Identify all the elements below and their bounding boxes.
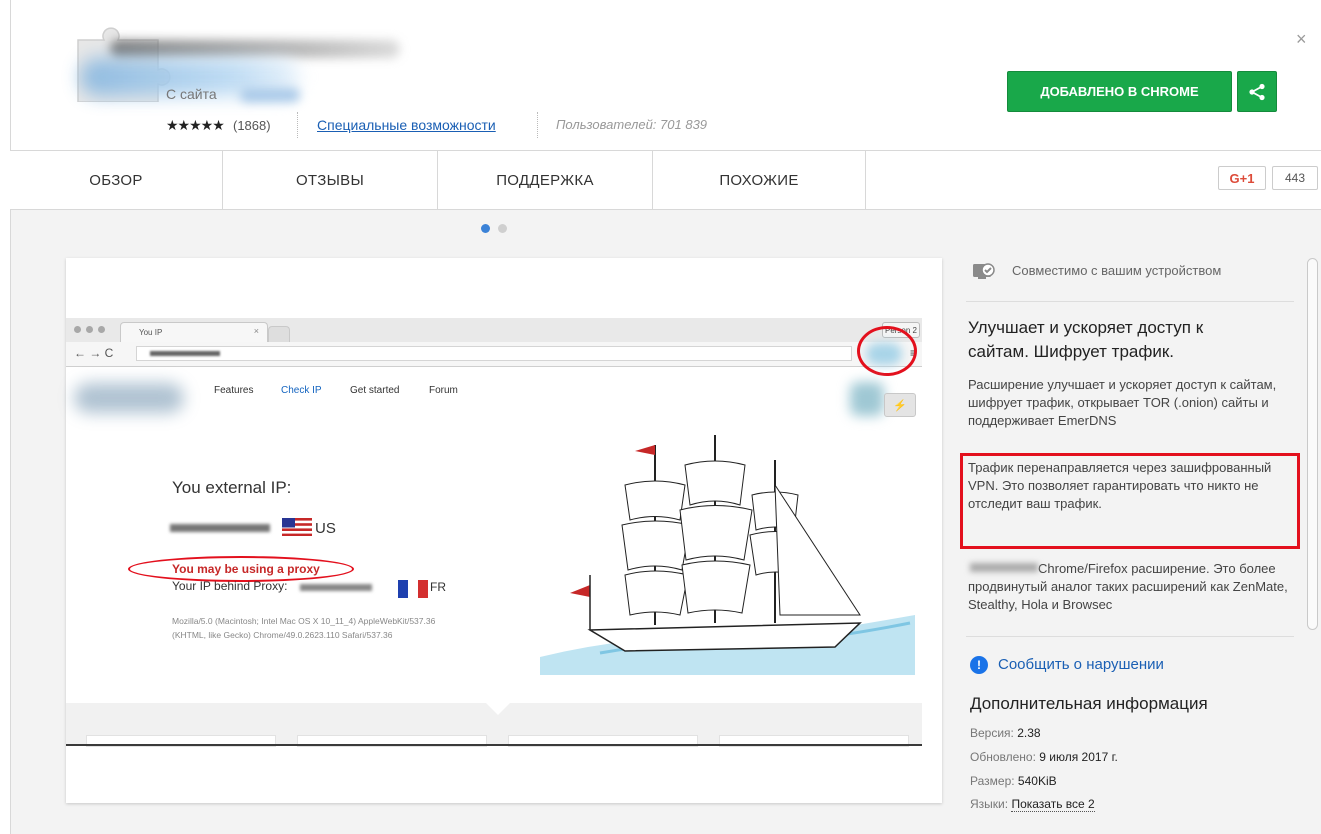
updated-value: 9 июля 2017 г. xyxy=(1039,750,1118,764)
site-nav-features: Features xyxy=(214,385,254,396)
window-zoom-dot xyxy=(98,326,105,333)
proxy-country-label: FR xyxy=(430,580,446,594)
window-close-dot xyxy=(74,326,81,333)
category-link[interactable]: Специальные возможности xyxy=(317,117,496,133)
country-label: US xyxy=(315,520,336,537)
fr-flag-icon xyxy=(398,580,428,598)
browser-tab: You IP × xyxy=(120,322,268,342)
proxy-toggle-icon: ⚡ xyxy=(884,393,916,417)
user-agent-line: Mozilla/5.0 (Macintosh; Intel Mac OS X 1… xyxy=(172,616,436,626)
share-icon xyxy=(1249,83,1265,100)
tab-related[interactable]: ПОХОЖИЕ xyxy=(653,151,866,210)
rating-count[interactable]: (1868) xyxy=(233,118,271,133)
version-label: Версия: xyxy=(970,726,1014,740)
info-size: Размер: 540KiB xyxy=(970,774,1057,788)
added-to-chrome-button[interactable]: ДОБАВЛЕНО В CHROME xyxy=(1007,71,1232,112)
from-site-label: С сайта xyxy=(166,86,217,102)
gplus-count: 443 xyxy=(1272,166,1318,190)
tab-support[interactable]: ПОДДЕРЖКА xyxy=(438,151,653,210)
tab-reviews[interactable]: ОТЗЫВЫ xyxy=(223,151,438,210)
window-minimize-dot xyxy=(86,326,93,333)
description-paragraph: Расширение улучшает и ускоряет доступ к … xyxy=(968,377,1277,428)
site-nav-check-ip: Check IP xyxy=(281,385,322,396)
info-version: Версия: 2.38 xyxy=(970,726,1041,740)
size-label: Размер: xyxy=(970,774,1015,788)
ip-heading: You external IP: xyxy=(172,478,292,497)
flags-redacted xyxy=(850,382,884,416)
ip-address-redacted xyxy=(170,524,270,532)
tab-overview[interactable]: ОБЗОР xyxy=(10,151,223,210)
description-heading: Улучшает и ускоряет доступ к сайтам. Шиф… xyxy=(968,318,1204,361)
site-url-redacted xyxy=(240,88,300,102)
description-scrollbar[interactable] xyxy=(1307,258,1318,630)
carousel-dot[interactable] xyxy=(498,224,507,233)
browser-new-tab xyxy=(268,326,290,342)
rating-stars[interactable]: ★★★★★ xyxy=(166,117,225,134)
sidebar-divider xyxy=(966,301,1294,302)
users-count: Пользователей: 701 839 xyxy=(556,117,708,132)
report-abuse-link[interactable]: Сообщить о нарушении xyxy=(998,656,1164,673)
browser-nav-icons: ← → C xyxy=(74,346,114,360)
info-languages: Языки: Показать все 2 xyxy=(970,797,1095,812)
gplus-button[interactable]: G+1 xyxy=(1218,166,1266,190)
description-highlight-box xyxy=(960,453,1300,549)
device-compatible-icon xyxy=(973,263,995,279)
site-nav-forum: Forum xyxy=(429,385,458,396)
site-nav-get-started: Get started xyxy=(350,385,400,396)
size-value: 540KiB xyxy=(1017,774,1057,788)
close-icon[interactable]: × xyxy=(1296,30,1307,48)
version-value: 2.38 xyxy=(1017,726,1041,740)
us-flag-icon xyxy=(282,518,312,536)
extension-name-redacted-blur xyxy=(970,563,1038,572)
languages-label: Языки: xyxy=(970,797,1009,811)
sidebar-divider xyxy=(966,636,1294,637)
carousel-dot-active[interactable] xyxy=(481,224,490,233)
tab-bar: ОБЗОР ОТЗЫВЫ ПОДДЕРЖКА ПОХОЖИЕ xyxy=(10,150,1321,210)
extension-title-redacted xyxy=(110,40,400,58)
browser-tab-close-icon: × xyxy=(253,326,259,336)
sailing-ship-illustration xyxy=(540,435,915,675)
browser-tab-title: You IP xyxy=(139,328,163,337)
share-button[interactable] xyxy=(1237,71,1277,112)
header-divider xyxy=(297,112,298,138)
screenshot-bottom-line xyxy=(66,744,922,746)
browser-address-bar xyxy=(136,346,852,361)
footer-notch xyxy=(486,703,510,715)
address-redacted xyxy=(150,351,220,356)
additional-info-heading: Дополнительная информация xyxy=(970,694,1208,713)
extension-icon-highlight xyxy=(857,326,917,376)
proxy-ip-redacted xyxy=(300,584,372,591)
user-agent-line: (KHTML, like Gecko) Chrome/49.0.2623.110… xyxy=(172,630,393,640)
report-alert-icon: ! xyxy=(970,656,988,674)
info-updated: Обновлено: 9 июля 2017 г. xyxy=(970,750,1118,764)
show-all-languages-link[interactable]: Показать все 2 xyxy=(1011,797,1095,812)
site-logo-redacted xyxy=(74,383,184,413)
proxy-ip-label: Your IP behind Proxy: xyxy=(172,579,288,593)
header-divider xyxy=(537,112,538,138)
compatibility-text: Совместимо с вашим устройством xyxy=(1012,263,1222,278)
updated-label: Обновлено: xyxy=(970,750,1036,764)
